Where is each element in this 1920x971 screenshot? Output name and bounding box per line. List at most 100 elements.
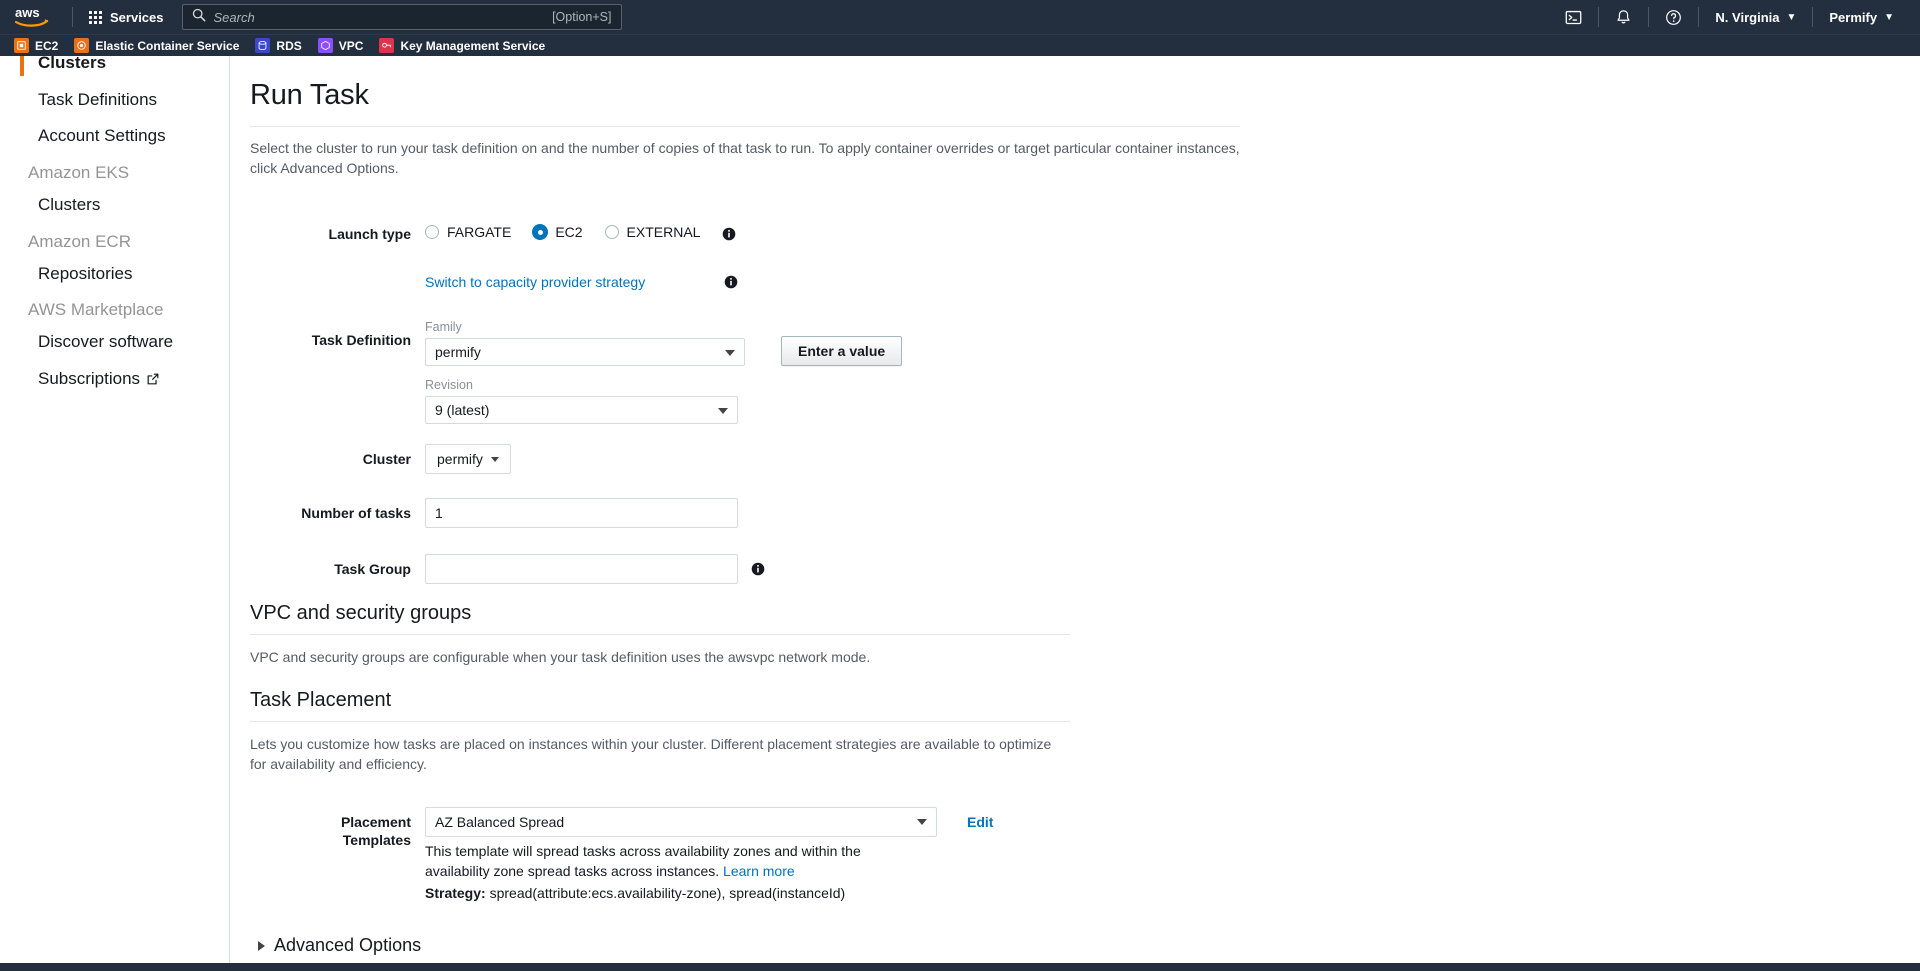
launch-type-option-label: EXTERNAL [626, 224, 701, 241]
strategy-label: Strategy: [425, 885, 486, 902]
svg-text:aws: aws [15, 5, 40, 20]
advanced-options-toggle[interactable]: Advanced Options [250, 923, 1070, 966]
services-menu-button[interactable]: Services [83, 5, 170, 30]
region-selector[interactable]: N. Virginia ▼ [1699, 0, 1812, 34]
launch-type-option-external[interactable]: EXTERNAL [604, 224, 701, 241]
account-menu[interactable]: Permify ▼ [1813, 0, 1910, 34]
chevron-right-icon [258, 940, 265, 951]
radio-external[interactable] [604, 225, 619, 240]
sidebar-item-account-settings[interactable]: Account Settings [0, 118, 229, 155]
ec2-icon [14, 38, 29, 53]
favorite-ec2[interactable]: EC2 [14, 38, 58, 53]
info-icon[interactable] [722, 227, 736, 241]
placement-helper-text: This template will spread tasks across a… [425, 837, 917, 882]
cloudshell-icon [1566, 10, 1582, 24]
sidebar-item-subscriptions[interactable]: Subscriptions [0, 361, 229, 400]
radio-ec2[interactable] [533, 225, 548, 240]
vpc-icon [317, 38, 333, 53]
services-label: Services [110, 9, 164, 25]
task-group-label: Task Group [334, 561, 411, 578]
radio-fargate[interactable] [425, 225, 439, 240]
launch-type-radio-group[interactable]: FARGATE EC2 EXTERNAL [425, 220, 722, 240]
chevron-down-icon [490, 456, 499, 462]
launch-type-row: Launch type FARGATE EC2 EXTERNAL [250, 220, 1240, 248]
launch-type-option-label: EC2 [555, 224, 583, 241]
sidebar-item-label: Repositories [38, 263, 133, 283]
info-icon[interactable] [724, 275, 738, 289]
sidebar-item-repositories[interactable]: Repositories [0, 256, 229, 293]
global-search-bar[interactable]: [Option+S] [181, 4, 622, 30]
page-description: Select the cluster to run your task defi… [250, 139, 1240, 177]
family-sublabel: Family [425, 320, 462, 335]
task-group-input[interactable] [425, 554, 738, 585]
family-select[interactable]: permify [425, 338, 745, 367]
sidebar-item-clusters[interactable]: Clusters [0, 187, 229, 224]
favorite-label: Key Management Service [400, 38, 546, 53]
placement-template-select[interactable]: AZ Balanced Spread [425, 807, 937, 838]
revision-select-wrap: 9 (latest) [425, 396, 738, 425]
task-group-row: Task Group [250, 554, 1240, 585]
task-placement-title: Task Placement [250, 688, 392, 711]
sidebar-navigation: Clusters Task Definitions Account Settings… [0, 56, 230, 971]
search-shortcut-hint: [Option+S] [552, 10, 612, 24]
placement-templates-label: Placement Templates [250, 807, 425, 849]
favorite-elastic-container-service[interactable]: Elastic Container Service [74, 38, 239, 53]
help-icon [1666, 9, 1682, 25]
search-input[interactable] [213, 9, 545, 25]
sidebar-item-discover-software[interactable]: Discover software [0, 324, 229, 361]
advanced-options-label: Advanced Options [274, 935, 422, 956]
switch-capacity-provider-link[interactable]: Switch to capacity provider strategy [425, 274, 645, 290]
sidebar-group-amazon-ecr: Amazon ECR [28, 231, 131, 251]
sidebar-item-task-definitions[interactable]: Task Definitions [0, 82, 229, 119]
enter-a-value-button[interactable]: Enter a value [781, 336, 903, 367]
favorite-vpc[interactable]: VPC [317, 38, 364, 53]
task-definition-label: Task Definition [311, 332, 411, 349]
favorite-key-management-service[interactable]: Key Management Service [379, 38, 545, 53]
chevron-down-icon: ▼ [1884, 11, 1894, 23]
cluster-row: Cluster permify [250, 444, 1240, 475]
cloudshell-button[interactable] [1549, 0, 1598, 34]
strategy-value: spread(attribute:ecs.availability-zone),… [489, 885, 846, 902]
vpc-section-title: VPC and security groups [250, 602, 472, 625]
main-content: Run Task Select the cluster to run your … [230, 56, 1920, 971]
number-of-tasks-input[interactable] [425, 498, 738, 529]
launch-type-option-fargate[interactable]: FARGATE [425, 224, 511, 240]
sidebar-item-label: Task Definitions [38, 89, 158, 109]
placement-strategy-line: Strategy: spread(attribute:ecs.availabil… [425, 882, 845, 901]
nav-divider [72, 7, 73, 27]
page-title: Run Task [250, 79, 369, 111]
edit-placement-link[interactable]: Edit [967, 807, 993, 837]
cluster-value: permify [437, 451, 483, 468]
external-link-icon [146, 369, 160, 394]
info-icon[interactable] [751, 562, 765, 576]
number-of-tasks-row: Number of tasks [250, 498, 1240, 529]
bell-icon [1617, 9, 1630, 23]
aws-logo[interactable]: aws [14, 5, 50, 29]
sidebar-group-aws-marketplace: AWS Marketplace [28, 300, 164, 320]
favorite-rds[interactable]: RDS [255, 38, 302, 53]
vpc-section: VPC and security groups VPC and security… [250, 594, 1070, 667]
capacity-provider-row: Switch to capacity provider strategy [250, 274, 1240, 290]
notifications-button[interactable] [1599, 0, 1648, 34]
task-placement-section: Task Placement Lets you customize how ta… [250, 681, 1070, 775]
task-placement-description: Lets you customize how tasks are placed … [250, 735, 1052, 773]
learn-more-link[interactable]: Learn more [723, 863, 795, 879]
sidebar-group-amazon-eks: Amazon EKS [28, 162, 130, 182]
placement-templates-label-line2: Templates [342, 832, 411, 849]
placement-templates-row: Placement Templates AZ Balanced Spread E… [250, 807, 1240, 901]
cluster-label: Cluster [362, 451, 411, 468]
placement-template-select-wrap: AZ Balanced Spread [425, 807, 937, 838]
sidebar-item-clusters[interactable]: Clusters [0, 56, 229, 82]
launch-type-option-label: FARGATE [447, 224, 512, 241]
page-body: Clusters Task Definitions Account Settings… [0, 56, 1920, 971]
run-task-form: Launch type FARGATE EC2 EXTERNAL Switch … [250, 178, 1240, 585]
launch-type-option-ec2[interactable]: EC2 [533, 224, 583, 241]
sidebar-item-label: Clusters [38, 194, 101, 214]
help-button[interactable] [1649, 0, 1698, 34]
favorite-label: VPC [338, 38, 364, 53]
cluster-dropdown-button[interactable]: permify [425, 444, 511, 475]
revision-select[interactable]: 9 (latest) [425, 396, 738, 425]
placement-helper-sentence: This template will spread tasks across a… [425, 843, 861, 880]
vpc-section-description: VPC and security groups are configurable… [250, 649, 871, 666]
sidebar-item-label: Subscriptions [38, 368, 141, 388]
